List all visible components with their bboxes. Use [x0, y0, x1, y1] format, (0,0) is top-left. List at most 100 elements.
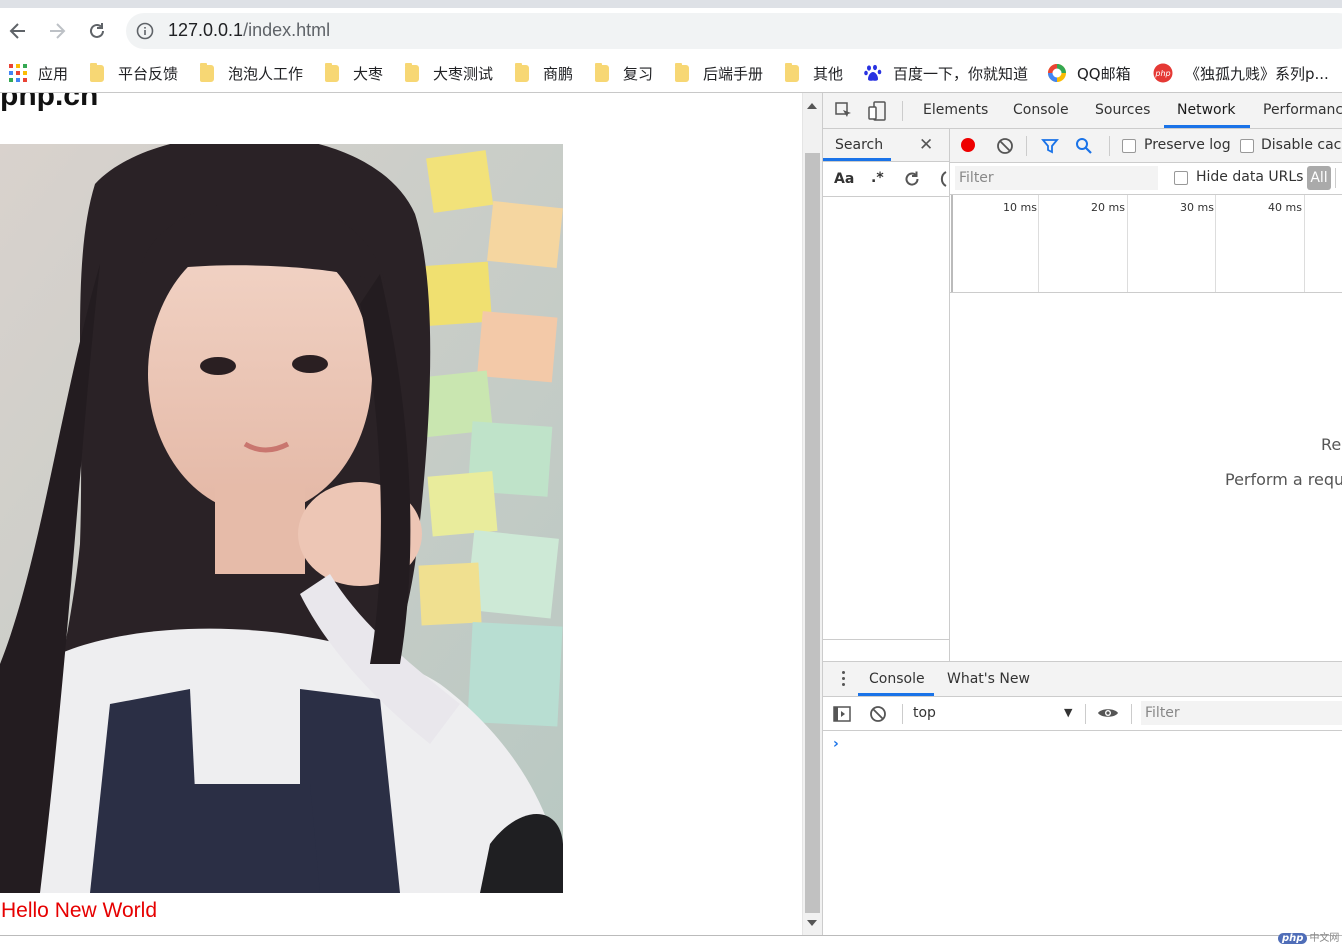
eye-icon[interactable] [1097, 705, 1119, 721]
browser-toolbar: 127.0.0.1/index.html [0, 8, 1342, 54]
bookmark-folder[interactable]: 平台反馈 [90, 61, 178, 85]
bookmark-folder[interactable]: 大枣 [325, 61, 383, 85]
bookmark-folder[interactable]: 其他 [785, 61, 843, 85]
preserve-log-checkbox[interactable] [1122, 139, 1136, 153]
url-text: 127.0.0.1/index.html [168, 20, 330, 41]
drawer-active-indicator [858, 693, 934, 696]
info-icon[interactable] [136, 22, 154, 40]
bookmark-folder[interactable]: 后端手册 [675, 61, 763, 85]
network-filter-input[interactable]: Filter [955, 166, 1158, 190]
empty-state-title: Re [1321, 435, 1342, 454]
reload-button[interactable] [82, 16, 112, 46]
forward-button[interactable] [42, 16, 72, 46]
bookmark-label: 商鹏 [543, 64, 574, 83]
disable-cache-label: Disable cach [1261, 137, 1342, 153]
filter-funnel-icon[interactable] [1041, 137, 1059, 155]
qq-mail-icon [1048, 64, 1066, 82]
scroll-down-arrow-icon[interactable] [807, 920, 817, 926]
bookmark-baidu[interactable]: 百度一下，你就知道 [864, 61, 1028, 85]
timeline-tick: 30 ms [1180, 201, 1214, 214]
console-toolbar: top ▼ Filter [823, 697, 1342, 731]
network-timeline: 10 ms 20 ms 30 ms 40 ms [950, 195, 1342, 293]
bookmark-label: QQ邮箱 [1077, 64, 1131, 83]
refresh-icon[interactable] [903, 170, 921, 188]
tab-strip [0, 0, 1342, 8]
bookmark-label: 应用 [38, 64, 69, 83]
tab-elements[interactable]: Elements [923, 102, 988, 118]
context-select[interactable]: top [913, 705, 936, 721]
folder-icon [200, 62, 214, 82]
close-icon[interactable]: ✕ [919, 135, 933, 155]
forward-arrow-icon [50, 23, 66, 39]
scrollbar-thumb[interactable] [805, 153, 820, 913]
record-icon[interactable] [961, 138, 975, 152]
bookmark-label: 平台反馈 [118, 64, 179, 83]
preserve-log-label: Preserve log [1144, 137, 1231, 153]
bookmark-label: 百度一下，你就知道 [893, 64, 1029, 83]
device-toolbar-icon[interactable] [868, 101, 886, 121]
page-title: pnp.cn [0, 93, 99, 112]
site-watermark: php 中文网 [1278, 929, 1339, 944]
tab-sources[interactable]: Sources [1095, 102, 1150, 118]
tab-console[interactable]: Console [1013, 102, 1069, 118]
bookmark-folder[interactable]: 大枣测试 [405, 61, 493, 85]
tab-performance[interactable]: Performance [1263, 102, 1342, 118]
disable-cache-checkbox[interactable] [1240, 139, 1254, 153]
sidebar-divider [823, 639, 949, 640]
watermark-text: 中文网 [1309, 933, 1340, 944]
bookmark-label: 《独孤九贱》系列p... [1185, 64, 1329, 83]
search-icon[interactable] [1075, 137, 1093, 155]
filter-all-button[interactable]: All [1307, 166, 1331, 190]
hide-data-urls-checkbox[interactable] [1174, 171, 1188, 185]
bookmarks-bar: 应用 平台反馈 泡泡人工作 大枣 大枣测试 商鹏 复习 后端手册 其他 百度一下… [0, 54, 1342, 93]
url-host: 127.0.0.1 [168, 20, 244, 40]
scroll-up-arrow-icon[interactable] [807, 103, 817, 109]
clear-console-icon[interactable] [869, 705, 887, 723]
chevron-down-icon[interactable]: ▼ [1064, 706, 1072, 719]
status-bar [0, 935, 1342, 948]
hide-data-urls-label: Hide data URLs [1196, 169, 1304, 185]
folder-icon [515, 62, 529, 82]
url-path: /index.html [243, 20, 331, 40]
devtools-tabbar: Elements Console Sources Network Perform… [823, 93, 1342, 129]
regex-toggle[interactable]: .* [871, 170, 884, 186]
active-tab-indicator [1164, 125, 1250, 128]
devtools-panel: Elements Console Sources Network Perform… [822, 93, 1342, 935]
drawer-tabbar: Console What's New [823, 662, 1342, 697]
bookmark-php[interactable]: php 《独孤九贱》系列p... [1153, 61, 1329, 85]
clear-search-icon[interactable] [937, 170, 949, 188]
apps-grid-icon [9, 64, 27, 82]
drawer-tab-console[interactable]: Console [869, 671, 925, 687]
more-menu-icon[interactable] [842, 671, 845, 689]
search-tab[interactable]: Search ✕ [823, 129, 949, 162]
address-bar[interactable]: 127.0.0.1/index.html [126, 13, 1342, 49]
console-prompt-icon[interactable]: › [833, 736, 839, 752]
network-toolbar: Preserve log Disable cach [950, 129, 1342, 163]
bookmark-folder[interactable]: 泡泡人工作 [200, 61, 303, 85]
bookmark-label: 复习 [623, 64, 654, 83]
folder-icon [90, 62, 104, 82]
page-scrollbar[interactable] [802, 93, 822, 935]
console-filter-input[interactable]: Filter [1141, 701, 1342, 725]
console-drawer: Console What's New top ▼ Filter › [823, 661, 1342, 935]
console-filter-placeholder: Filter [1145, 705, 1180, 721]
back-button[interactable] [3, 16, 33, 46]
inspect-element-icon[interactable] [835, 102, 853, 120]
bookmark-folder[interactable]: 商鹏 [515, 61, 573, 85]
drawer-tab-whats-new[interactable]: What's New [947, 671, 1030, 687]
folder-icon [405, 62, 419, 82]
tab-network[interactable]: Network [1177, 102, 1235, 118]
folder-icon [785, 62, 799, 82]
clear-icon[interactable] [996, 137, 1014, 155]
baidu-paw-icon [864, 64, 882, 81]
php-icon: php [1153, 63, 1173, 83]
photo-illustration [0, 144, 563, 893]
search-tab-label: Search [835, 137, 884, 153]
match-case-toggle[interactable]: Aa [834, 171, 854, 187]
bookmark-apps[interactable]: 应用 [9, 61, 68, 85]
bookmark-qqmail[interactable]: QQ邮箱 [1047, 61, 1131, 85]
folder-icon [595, 62, 609, 82]
sidebar-toggle-icon[interactable] [833, 705, 851, 723]
svg-text:php: php [1154, 69, 1170, 78]
bookmark-folder[interactable]: 复习 [595, 61, 653, 85]
